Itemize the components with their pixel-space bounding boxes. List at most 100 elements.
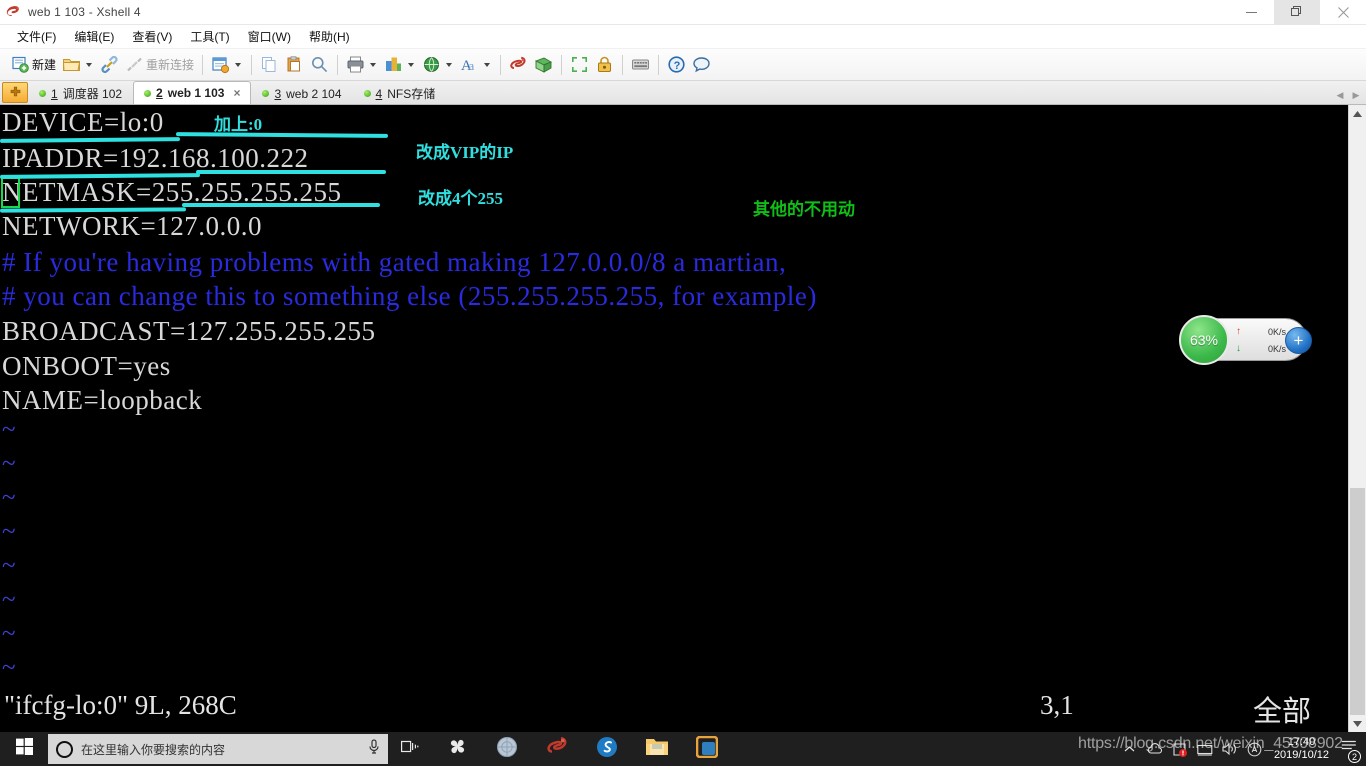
- font-caret[interactable]: [484, 62, 491, 67]
- tab-scroll-right-icon[interactable]: ▶: [1349, 86, 1363, 104]
- taskbar-app-explorer[interactable]: [632, 732, 682, 766]
- connect-icon: [100, 55, 119, 74]
- antivirus-icon[interactable]: [1243, 732, 1267, 766]
- reconnect-button: 重新连接: [122, 52, 197, 78]
- speaker-icon[interactable]: [1218, 732, 1242, 766]
- font-button[interactable]: A a: [457, 52, 495, 78]
- tab-nfs-storage[interactable]: 4 NFS存储: [353, 82, 447, 104]
- maximize-restore-button[interactable]: [1274, 0, 1320, 25]
- terminal-scrollbar[interactable]: [1348, 105, 1366, 732]
- color-scheme-caret[interactable]: [408, 62, 415, 67]
- help-button[interactable]: ?: [664, 52, 689, 78]
- tab-number: 3: [274, 86, 282, 101]
- menu-tools[interactable]: 工具(T): [181, 26, 238, 47]
- session-manager-icon: [211, 55, 230, 74]
- security-alert-icon[interactable]: [1168, 732, 1192, 766]
- paste-button[interactable]: [282, 52, 307, 78]
- tab-label: 调度器 102: [62, 87, 123, 101]
- globe-caret[interactable]: [446, 62, 453, 67]
- tab-status-dot: [39, 90, 46, 97]
- start-button[interactable]: [0, 732, 48, 766]
- svg-text:a: a: [469, 58, 475, 73]
- print-button[interactable]: [343, 52, 381, 78]
- terminal-tilde: ~: [2, 586, 17, 613]
- pinwheel-icon: [446, 735, 469, 763]
- vim-status-line: "ifcfg-lo:0" 9L, 268C 3,1 全部: [0, 688, 1348, 732]
- copy-button[interactable]: [257, 52, 282, 78]
- scrollbar-down-icon[interactable]: [1349, 715, 1366, 732]
- onedrive-cloud-icon[interactable]: [1143, 732, 1167, 766]
- xshell-window: web 1 103 - Xshell 4 文件(F) 编辑(E) 查看(V) 工…: [0, 0, 1366, 766]
- terminal-tilde: ~: [2, 552, 17, 579]
- xshell-button[interactable]: [506, 52, 531, 78]
- menu-help[interactable]: 帮助(H): [300, 26, 359, 47]
- xftp-button[interactable]: [531, 52, 556, 78]
- network-icon[interactable]: [1193, 732, 1217, 766]
- terminal-line: BROADCAST=127.255.255.255: [2, 316, 376, 346]
- vim-cursor-position: 3,1: [1040, 690, 1074, 720]
- toolbar-separator: [500, 54, 502, 75]
- menu-edit[interactable]: 编辑(E): [65, 26, 123, 47]
- session-manager-button[interactable]: [208, 52, 246, 78]
- globe-button[interactable]: [419, 52, 457, 78]
- menu-window[interactable]: 窗口(W): [239, 26, 300, 47]
- sogou-input-icon: [596, 736, 618, 763]
- scrollbar-up-icon[interactable]: [1349, 105, 1366, 122]
- xshell-icon: [546, 735, 569, 763]
- tab-web-1-103[interactable]: 2 web 1 103 ×: [133, 81, 252, 104]
- print-caret[interactable]: [370, 62, 377, 67]
- search-placeholder: 在这里输入你要搜索的内容: [81, 742, 226, 757]
- taskbar-app-browser[interactable]: [482, 732, 532, 766]
- taskbar-app-pinwheel[interactable]: [432, 732, 482, 766]
- tab-scheduler-102[interactable]: 1 调度器 102: [28, 82, 133, 104]
- connect-button[interactable]: [97, 52, 122, 78]
- tab-scroll-left-icon[interactable]: ◀: [1333, 86, 1347, 104]
- menu-view[interactable]: 查看(V): [123, 26, 181, 47]
- close-button[interactable]: [1320, 0, 1366, 25]
- taskbar-app-sogou[interactable]: [582, 732, 632, 766]
- window-title: web 1 103 - Xshell 4: [28, 5, 141, 19]
- taskbar-app-vmware[interactable]: [682, 732, 732, 766]
- vim-scroll-scope: 全部: [1253, 694, 1312, 728]
- color-scheme-button[interactable]: [381, 52, 419, 78]
- lock-button[interactable]: [592, 52, 617, 78]
- toolbar-separator: [622, 54, 624, 75]
- tab-label: web 2 104: [286, 86, 342, 101]
- minimize-button[interactable]: [1228, 0, 1274, 25]
- fullscreen-button[interactable]: [567, 52, 592, 78]
- annotation-underline-ipaddr2: [196, 170, 386, 174]
- taskbar-clock[interactable]: 17:40 2019/10/12: [1268, 736, 1337, 762]
- menu-file[interactable]: 文件(F): [8, 26, 65, 47]
- tab-number: 2: [156, 86, 163, 100]
- annotation-change-vip: 改成VIP的IP: [416, 143, 514, 162]
- open-session-caret[interactable]: [86, 62, 93, 67]
- taskbar-app-xshell[interactable]: [532, 732, 582, 766]
- color-scheme-icon: [384, 55, 403, 74]
- add-tab-button[interactable]: [2, 82, 28, 103]
- globe-browser-icon: [496, 736, 518, 763]
- cpu-usage-circle[interactable]: 63%: [1179, 315, 1229, 365]
- tab-web-2-104[interactable]: 3 web 2 104: [251, 82, 352, 104]
- terminal-screen[interactable]: DEVICE=lo:0 IPADDR=192.168.100.222 NETMA…: [0, 105, 1348, 732]
- keyboard-button[interactable]: [628, 52, 653, 78]
- reconnect-icon: [125, 55, 144, 74]
- network-speed-widget[interactable]: 63% ↑ 0K/s ↓ 0K/s +: [1179, 315, 1312, 365]
- find-button[interactable]: [307, 52, 332, 78]
- new-session-button[interactable]: 新建: [8, 52, 59, 78]
- microphone-icon[interactable]: [368, 738, 380, 760]
- chevron-up-icon[interactable]: [1118, 732, 1142, 766]
- open-session-button[interactable]: [59, 52, 97, 78]
- toolbar-separator: [251, 54, 253, 75]
- search-input[interactable]: 在这里输入你要搜索的内容: [48, 734, 388, 764]
- terminal-tilde: ~: [2, 416, 17, 443]
- tab-close-icon[interactable]: ×: [233, 86, 240, 100]
- widget-expand-button[interactable]: +: [1285, 327, 1312, 354]
- chat-button[interactable]: [689, 52, 714, 78]
- scrollbar-thumb[interactable]: [1350, 488, 1365, 715]
- task-view-button[interactable]: [388, 732, 432, 766]
- toolbar: 新建 重新连接 A a ?: [0, 49, 1366, 81]
- tab-status-dot: [363, 90, 371, 97]
- session-manager-caret[interactable]: [235, 62, 242, 67]
- action-center-button[interactable]: 2: [1338, 732, 1361, 766]
- new-session-icon: [11, 55, 30, 74]
